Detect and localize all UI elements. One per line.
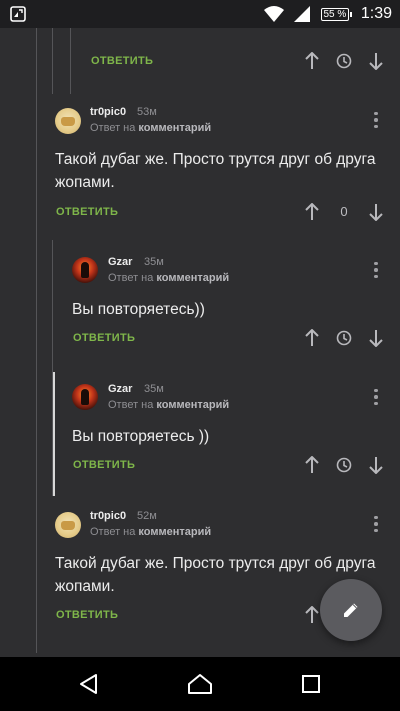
- comment-author[interactable]: tr0pic0: [90, 510, 126, 522]
- comment-author[interactable]: tr0pic0: [90, 106, 126, 118]
- comment-text: Такой дубаг же. Просто трутся друг об др…: [55, 151, 376, 191]
- nav-bar: [0, 657, 400, 711]
- upvote-icon[interactable]: [302, 51, 322, 71]
- reply-button[interactable]: ОТВЕТИТЬ: [56, 609, 118, 621]
- reply-to-prefix: Ответ на: [90, 526, 136, 538]
- comment: tr0pic0 53м Ответ на комментарий Такой д…: [0, 104, 400, 234]
- back-icon[interactable]: [76, 671, 102, 697]
- signal-icon: [293, 5, 311, 23]
- wifi-icon: [263, 5, 285, 23]
- reply-button[interactable]: ОТВЕТИТЬ: [73, 459, 135, 471]
- comment-score: 0: [340, 204, 348, 219]
- avatar[interactable]: [55, 512, 81, 538]
- upvote-icon[interactable]: [302, 202, 322, 222]
- more-options-icon[interactable]: [368, 260, 384, 280]
- reply-to-link[interactable]: комментарий: [138, 122, 211, 134]
- reply-button[interactable]: ОТВЕТИТЬ: [73, 332, 135, 344]
- more-options-icon[interactable]: [368, 387, 384, 407]
- comment-time: 52м: [137, 510, 157, 522]
- clock-icon: [334, 51, 354, 71]
- upvote-icon[interactable]: [302, 328, 322, 348]
- reply-to-prefix: Ответ на: [108, 272, 154, 284]
- downvote-icon[interactable]: [366, 455, 386, 475]
- reply-to-link[interactable]: комментарий: [156, 272, 229, 284]
- avatar[interactable]: [55, 108, 81, 134]
- reply-to: Ответ на комментарий: [90, 122, 211, 134]
- reply-to-link[interactable]: комментарий: [156, 399, 229, 411]
- battery-percent: 55 %: [323, 8, 347, 20]
- comment-text: Вы повторяетесь )): [72, 428, 210, 445]
- comment: Gzar 35м Ответ на комментарий Вы повторя…: [0, 254, 400, 364]
- downvote-icon[interactable]: [366, 202, 386, 222]
- battery-icon: 55 %: [320, 7, 352, 21]
- downvote-icon[interactable]: [366, 51, 386, 71]
- recents-icon[interactable]: [298, 671, 324, 697]
- reply-to: Ответ на комментарий: [108, 399, 229, 411]
- clock-icon: [334, 328, 354, 348]
- more-options-icon[interactable]: [368, 514, 384, 534]
- upvote-icon[interactable]: [302, 605, 322, 625]
- pencil-icon: [342, 601, 360, 619]
- clock-icon: [334, 455, 354, 475]
- more-options-icon[interactable]: [368, 110, 384, 130]
- status-bar: 55 % 1:39: [0, 0, 400, 28]
- comment-text: Вы повторяетесь)): [72, 301, 205, 318]
- reply-to-prefix: Ответ на: [90, 122, 136, 134]
- reply-to: Ответ на комментарий: [108, 272, 229, 284]
- comment-author[interactable]: Gzar: [108, 256, 132, 268]
- reply-to-prefix: Ответ на: [108, 399, 154, 411]
- comment-thread[interactable]: ОТВЕТИТЬ tr0pic0 53м Ответ на комментари…: [0, 28, 400, 657]
- clock: 1:39: [360, 5, 392, 22]
- downvote-icon[interactable]: [366, 328, 386, 348]
- comment-author[interactable]: Gzar: [108, 383, 132, 395]
- reply-button[interactable]: ОТВЕТИТЬ: [56, 206, 118, 218]
- comment-time: 35м: [144, 256, 164, 268]
- notification-icon: [10, 6, 26, 22]
- reply-to: Ответ на комментарий: [90, 526, 211, 538]
- comment: Gzar 35м Ответ на комментарий Вы повторя…: [0, 381, 400, 491]
- avatar[interactable]: [72, 257, 98, 283]
- comment-time: 53м: [137, 106, 157, 118]
- comment-partial: ОТВЕТИТЬ: [0, 28, 400, 88]
- reply-button[interactable]: ОТВЕТИТЬ: [91, 55, 153, 67]
- upvote-icon[interactable]: [302, 455, 322, 475]
- reply-to-link[interactable]: комментарий: [138, 526, 211, 538]
- avatar[interactable]: [72, 384, 98, 410]
- home-icon[interactable]: [187, 671, 213, 697]
- comment-time: 35м: [144, 383, 164, 395]
- write-comment-button[interactable]: [320, 579, 382, 641]
